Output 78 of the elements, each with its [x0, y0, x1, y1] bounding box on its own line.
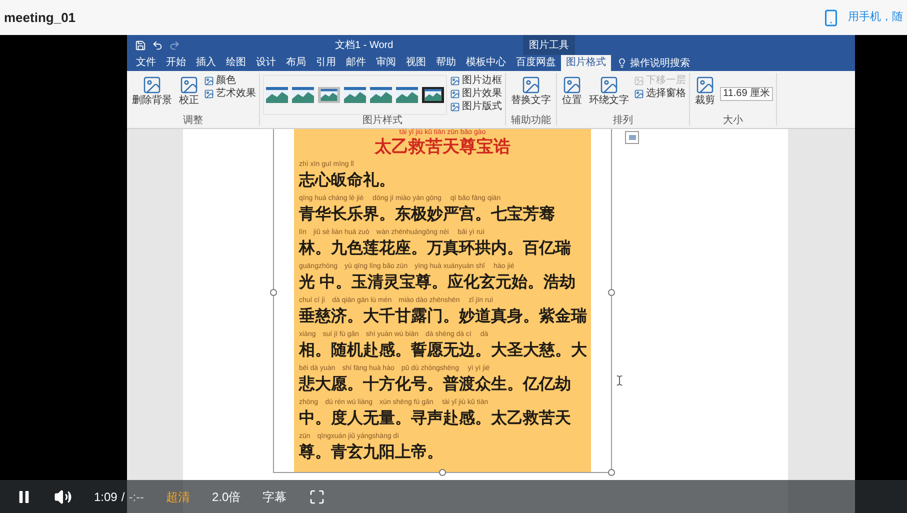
ribbon-tab[interactable]: 百度网盘: [511, 55, 561, 71]
ribbon-button[interactable]: 裁剪: [693, 73, 717, 106]
ribbon-tab[interactable]: 开始: [161, 55, 191, 71]
ribbon-button[interactable]: 校正: [177, 73, 201, 106]
poem-line: 志心皈命礼。: [299, 170, 396, 191]
picture-style-icon[interactable]: [422, 87, 444, 103]
group-label: 大小: [722, 115, 744, 126]
ribbon-tab[interactable]: 图片格式: [561, 55, 611, 71]
lightbulb-icon: [617, 58, 627, 68]
ribbon-tab[interactable]: 模板中心: [461, 55, 511, 71]
picture-icon: [450, 88, 460, 98]
resize-handle[interactable]: [608, 469, 615, 476]
ribbon-button[interactable]: 删除背景: [130, 73, 174, 106]
undo-icon[interactable]: [152, 40, 163, 50]
poem-line: 青华长乐界。东极妙严宫。七宝芳骞: [299, 204, 556, 225]
ribbon-small-button[interactable]: 图片版式: [450, 100, 502, 113]
time-separator: /: [121, 488, 125, 506]
ribbon-small-button[interactable]: 选择窗格: [634, 87, 686, 100]
fullscreen-icon[interactable]: [308, 488, 325, 504]
ribbon-button[interactable]: 位置: [560, 73, 584, 106]
current-time: 1:09: [94, 488, 118, 506]
picture-icon: [521, 75, 541, 95]
window-title: 文档1 - Word: [335, 38, 394, 52]
text-cursor-icon: [614, 375, 625, 386]
ribbon-tab[interactable]: 布局: [281, 55, 311, 71]
group-label: 辅助功能: [510, 115, 552, 126]
ribbon-small-button[interactable]: 艺术效果: [204, 87, 256, 100]
ribbon-tab[interactable]: 视图: [401, 55, 431, 71]
poem-line: 林。九色莲花座。万真环拱内。百亿瑞: [299, 238, 572, 259]
picture-icon: [562, 75, 582, 95]
ribbon-tab[interactable]: 帮助: [431, 55, 461, 71]
layout-options-icon[interactable]: [625, 131, 639, 144]
poem-line: 悲大愿。十方化号。普渡众生。亿亿劫: [299, 374, 572, 395]
ribbon-small-button[interactable]: 颜色: [204, 74, 256, 87]
picture-icon: [450, 102, 460, 112]
ribbon-small-button[interactable]: 图片边框: [450, 74, 502, 87]
duration: -:--: [128, 488, 144, 506]
picture-icon: [179, 75, 199, 95]
poem-line: 垂慈济。大千甘露门。妙道真身。紫金瑞: [299, 306, 586, 327]
group-label: 调整: [182, 115, 204, 126]
poem-title: 太乙救苦天尊宝诰: [373, 137, 512, 156]
group-label: 图片样式: [362, 115, 404, 126]
poem-line: 中。度人无量。寻声赴感。太乙救苦天: [299, 408, 572, 429]
ribbon-tab[interactable]: 邮件: [341, 55, 371, 71]
context-tab-label: 图片工具: [523, 35, 576, 55]
picture-icon: [142, 75, 162, 95]
ribbon-small-button[interactable]: 图片效果: [450, 87, 502, 100]
size-field[interactable]: 11.69 厘米: [720, 87, 774, 101]
ribbon-tab[interactable]: 插入: [191, 55, 221, 71]
resize-handle[interactable]: [439, 469, 446, 476]
group-label: 排列: [612, 115, 634, 126]
resize-handle[interactable]: [270, 289, 277, 296]
ribbon-button[interactable]: 替换文字: [509, 73, 553, 106]
subtitles-button[interactable]: 字幕: [262, 488, 287, 506]
resize-handle[interactable]: [608, 289, 615, 296]
ribbon-tab[interactable]: 设计: [251, 55, 281, 71]
ribbon-tab[interactable]: 审阅: [371, 55, 401, 71]
picture-icon: [204, 76, 214, 86]
ribbon-tab[interactable]: 绘图: [221, 55, 251, 71]
poem-line: 相。随机赴感。誓愿无边。大圣大慈。大: [299, 340, 586, 361]
search-field[interactable]: 操作说明搜索: [630, 56, 690, 70]
picture-icon: [204, 88, 214, 98]
picture-icon: [634, 88, 644, 98]
picture-icon: [634, 76, 644, 86]
poem-line: 光 中。玉清灵宝尊。应化玄元始。浩劫: [299, 272, 576, 293]
ribbon-tab[interactable]: 文件: [131, 55, 161, 71]
phone-icon: [822, 8, 840, 26]
poem-line: 尊。青玄九阳上帝。: [299, 442, 444, 463]
ribbon-button[interactable]: 环绕文字: [587, 73, 631, 106]
volume-icon[interactable]: [54, 488, 72, 506]
ribbon-tab[interactable]: 引用: [311, 55, 341, 71]
page-title: meeting_01: [4, 8, 76, 27]
redo-icon[interactable]: [169, 40, 180, 50]
save-icon[interactable]: [135, 40, 146, 50]
speed-button[interactable]: 2.0倍: [212, 488, 241, 506]
picture-icon: [450, 76, 460, 86]
picture-icon: [599, 75, 619, 95]
picture-icon: [695, 75, 715, 95]
